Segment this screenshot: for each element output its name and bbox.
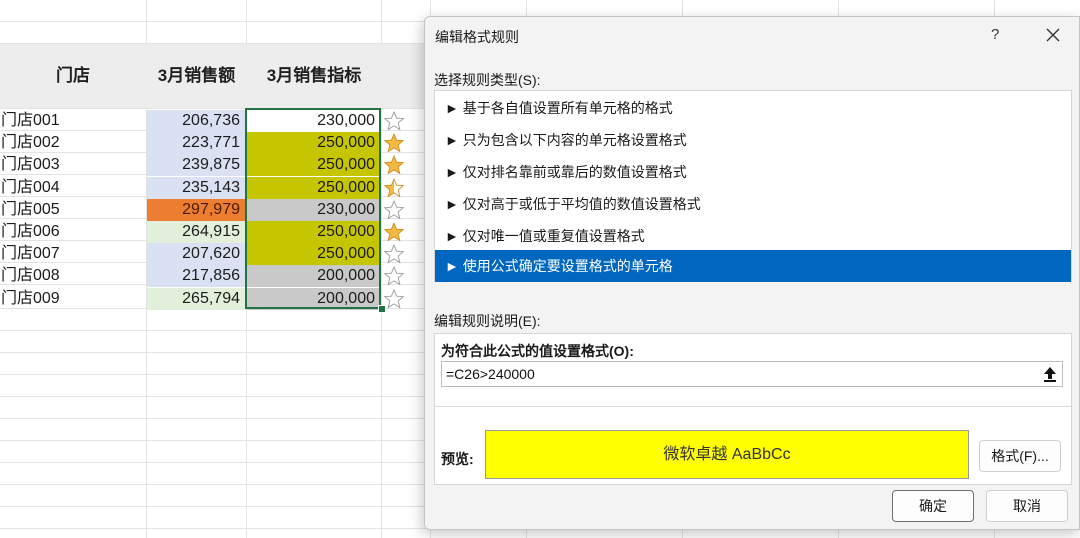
target-cell[interactable]: 250,000	[247, 154, 381, 177]
store-name-cell[interactable]: 门店005	[0, 199, 146, 221]
sales-cell[interactable]: 264,915	[147, 221, 246, 243]
star-rating-icon	[383, 243, 405, 265]
rule-description-panel: 为符合此公式的值设置格式(O): =C26>240000 预览: 微软卓越 Aa…	[434, 333, 1072, 485]
sales-cell[interactable]: 207,620	[147, 243, 246, 266]
rule-type-item[interactable]: ► 仅对唯一值或重复值设置格式	[435, 220, 1071, 252]
target-cell[interactable]: 230,000	[247, 198, 381, 221]
preview-box: 微软卓越 AaBbCc	[485, 430, 969, 479]
store-name-cell[interactable]: 门店001	[0, 110, 146, 132]
star-rating-icon	[383, 177, 405, 199]
fill-handle[interactable]	[378, 305, 386, 313]
sales-cell[interactable]: 217,856	[147, 265, 246, 288]
store-name-cell[interactable]: 门店008	[0, 265, 146, 287]
store-name-cell[interactable]: 门店007	[0, 243, 146, 265]
star-rating-icon	[383, 110, 405, 132]
star-rating-icon	[383, 288, 405, 310]
star-rating-icon	[383, 199, 405, 221]
target-cell[interactable]: 250,000	[247, 243, 381, 266]
target-cell[interactable]: 250,000	[247, 176, 381, 199]
divider	[435, 406, 1071, 407]
target-cell[interactable]: 200,000	[247, 287, 381, 310]
close-icon[interactable]	[1041, 23, 1065, 47]
rule-type-item[interactable]: ► 仅对高于或低于平均值的数值设置格式	[435, 188, 1071, 220]
rule-type-item-selected[interactable]: ► 使用公式确定要设置格式的单元格	[435, 250, 1071, 282]
target-cell[interactable]: 230,000	[247, 110, 381, 132]
preview-label: 预览:	[441, 451, 474, 467]
formula-label: 为符合此公式的值设置格式(O):	[441, 343, 634, 359]
rule-type-label: 选择规则类型(S):	[434, 72, 541, 88]
store-name-cell[interactable]: 门店002	[0, 132, 146, 154]
rule-type-item[interactable]: ► 基于各自值设置所有单元格的格式	[435, 92, 1071, 124]
collapse-dialog-icon[interactable]	[1040, 364, 1060, 384]
sales-cell[interactable]: 223,771	[147, 132, 246, 155]
store-name-cell[interactable]: 门店006	[0, 221, 146, 243]
star-rating-icon	[383, 265, 405, 287]
dialog-title: 编辑格式规则	[435, 29, 519, 45]
help-button[interactable]: ?	[991, 26, 999, 43]
ok-button[interactable]: 确定	[892, 490, 974, 522]
store-name-cell[interactable]: 门店004	[0, 177, 146, 199]
rule-type-item[interactable]: ► 只为包含以下内容的单元格设置格式	[435, 124, 1071, 156]
target-cell[interactable]: 250,000	[247, 132, 381, 155]
sales-cell[interactable]: 239,875	[147, 154, 246, 177]
sales-cell[interactable]: 265,794	[147, 287, 246, 310]
header-target[interactable]: 3月销售指标	[247, 44, 381, 108]
sales-cell[interactable]: 235,143	[147, 176, 246, 199]
rule-description-label: 编辑规则说明(E):	[434, 313, 541, 329]
format-button[interactable]: 格式(F)...	[979, 440, 1061, 472]
target-cell[interactable]: 200,000	[247, 265, 381, 288]
store-name-cell[interactable]: 门店003	[0, 154, 146, 176]
rule-type-list[interactable]: ► 基于各自值设置所有单元格的格式 ► 只为包含以下内容的单元格设置格式 ► 仅…	[434, 90, 1072, 282]
header-store[interactable]: 门店	[0, 44, 146, 108]
star-rating-icon	[383, 221, 405, 243]
header-sales[interactable]: 3月销售额	[147, 44, 246, 108]
store-name-cell[interactable]: 门店009	[0, 288, 146, 310]
star-rating-icon	[383, 132, 405, 154]
formula-value[interactable]: =C26>240000	[446, 366, 535, 382]
formula-input[interactable]: =C26>240000	[441, 361, 1063, 387]
rule-type-item[interactable]: ► 仅对排名靠前或靠后的数值设置格式	[435, 156, 1071, 188]
target-cell[interactable]: 250,000	[247, 221, 381, 243]
sales-cell[interactable]: 297,979	[147, 198, 246, 221]
edit-format-rule-dialog: 编辑格式规则 ? 选择规则类型(S): ► 基于各自值设置所有单元格的格式 ► …	[424, 16, 1080, 530]
cancel-button[interactable]: 取消	[986, 490, 1068, 522]
sales-cell[interactable]: 206,736	[147, 110, 246, 132]
star-rating-icon	[383, 154, 405, 176]
